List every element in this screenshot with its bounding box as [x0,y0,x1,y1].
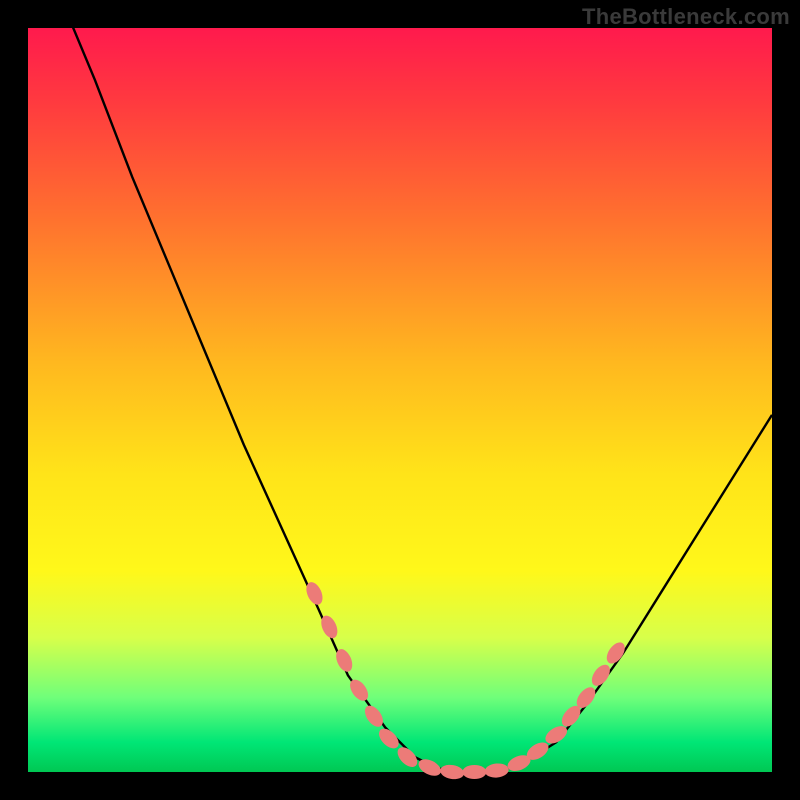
curve-marker [439,763,465,781]
watermark-text: TheBottleneck.com [582,4,790,30]
chart-frame: TheBottleneck.com [0,0,800,800]
curve-marker [484,762,509,778]
curve-marker [375,725,402,752]
chart-plot-area [28,28,772,772]
curve-path [28,0,772,772]
bottleneck-curve [28,28,772,772]
curve-marker [462,765,486,779]
